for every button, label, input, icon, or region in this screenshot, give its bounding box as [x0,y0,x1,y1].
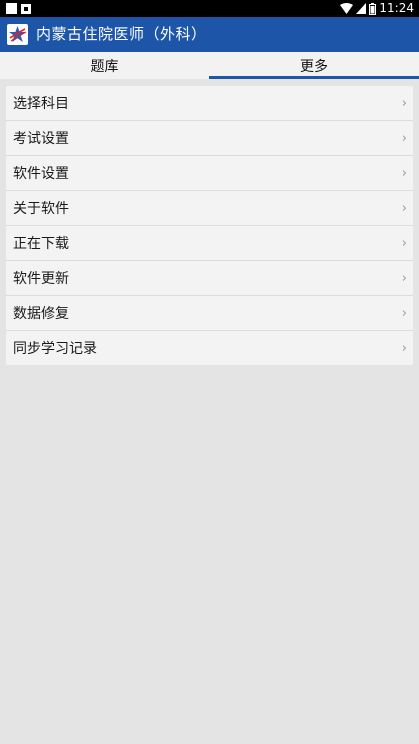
status-time: 11:24 [379,1,414,15]
app-bar: 内蒙古住院医师（外科） [0,17,419,52]
status-bar: 11:24 [0,0,419,17]
star-logo-icon [7,24,28,45]
chevron-right-icon: › [401,235,407,251]
notification-square-icon [6,3,17,14]
tab-selected-indicator [209,76,419,79]
menu-item-label: 同步学习记录 [13,341,97,357]
menu-item-software-settings[interactable]: 软件设置 › [6,156,413,191]
chevron-right-icon: › [401,165,407,181]
tab-bar: 题库 更多 [0,52,419,79]
menu-item-software-update[interactable]: 软件更新 › [6,261,413,296]
chevron-right-icon: › [401,200,407,216]
chevron-right-icon: › [401,305,407,321]
menu-item-label: 选择科目 [13,96,69,112]
menu-item-label: 软件设置 [13,166,69,182]
menu-item-label: 软件更新 [13,271,69,287]
wifi-icon [340,3,354,14]
menu-item-label: 考试设置 [13,131,69,147]
chevron-right-icon: › [401,130,407,146]
menu-item-downloading[interactable]: 正在下载 › [6,226,413,261]
tab-more[interactable]: 更多 [209,52,419,79]
status-bar-system: 11:24 [340,1,414,16]
menu-item-about-software[interactable]: 关于软件 › [6,191,413,226]
menu-item-label: 正在下载 [13,236,69,252]
app-title: 内蒙古住院医师（外科） [36,25,207,43]
tab-question-bank[interactable]: 题库 [0,52,209,79]
menu-item-select-subject[interactable]: 选择科目 › [6,86,413,121]
menu-item-sync-study-records[interactable]: 同步学习记录 › [6,331,413,365]
chevron-right-icon: › [401,270,407,286]
notification-a-icon [21,3,31,14]
status-bar-notifications [6,3,31,14]
battery-icon [369,2,377,15]
chevron-right-icon: › [401,95,407,111]
signal-icon [356,3,367,14]
menu-item-label: 关于软件 [13,201,69,217]
menu-item-exam-settings[interactable]: 考试设置 › [6,121,413,156]
menu-list: 选择科目 › 考试设置 › 软件设置 › 关于软件 › 正在下载 › 软件更新 … [6,86,413,365]
chevron-right-icon: › [401,340,407,356]
menu-item-label: 数据修复 [13,306,69,322]
menu-item-data-repair[interactable]: 数据修复 › [6,296,413,331]
